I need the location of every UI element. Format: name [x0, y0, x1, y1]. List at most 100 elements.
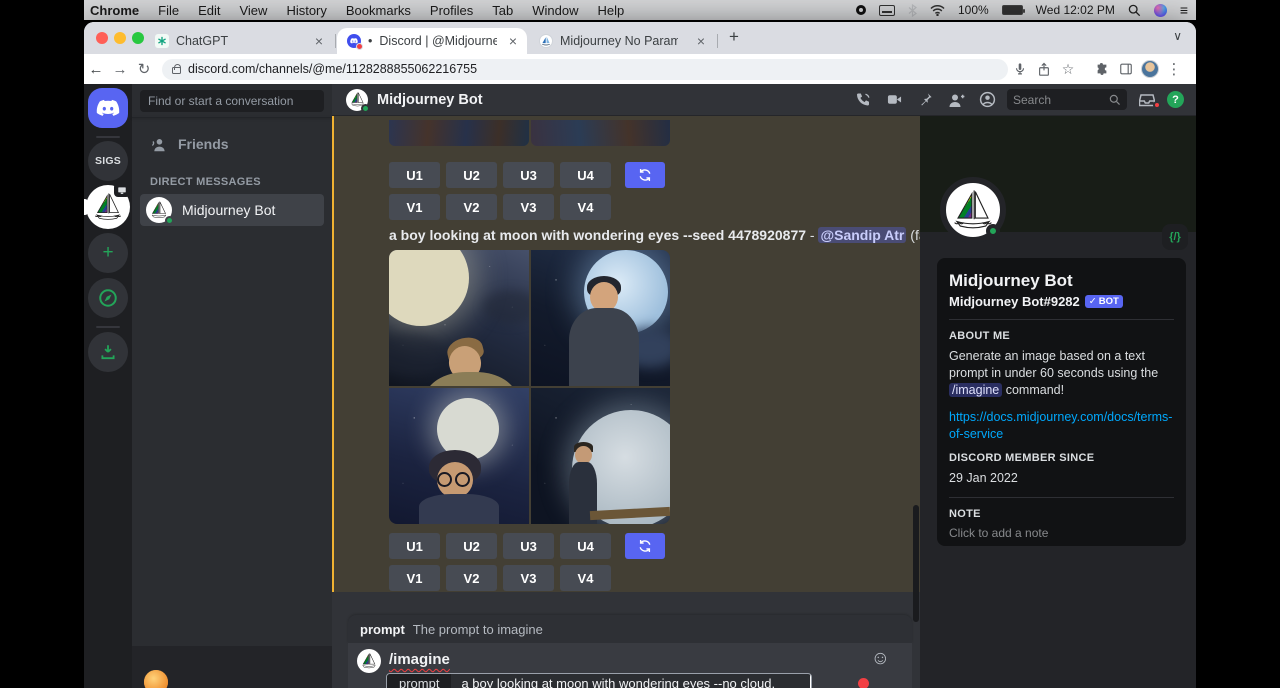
- wifi-icon[interactable]: [930, 5, 945, 16]
- conversation-search-button[interactable]: Find or start a conversation: [140, 90, 324, 112]
- variation-button-v2[interactable]: V2: [446, 565, 497, 591]
- menu-history[interactable]: History: [286, 3, 326, 18]
- previous-grid-image-cropped[interactable]: [389, 120, 670, 146]
- reroll-button[interactable]: [625, 162, 665, 188]
- slash-option-hint[interactable]: prompt The prompt to imagine: [348, 615, 912, 643]
- recording-indicator-dot: [858, 678, 869, 688]
- grid-image-2[interactable]: [531, 250, 671, 386]
- menubar-clock[interactable]: Wed 12:02 PM: [1036, 3, 1115, 17]
- variation-button-v3[interactable]: V3: [503, 565, 554, 591]
- notification-dot: [356, 43, 363, 50]
- tab-discord-active[interactable]: • Discord | @Midjourney Bot ×: [337, 28, 527, 54]
- prompt-option-field[interactable]: prompt a boy looking at moon with wonder…: [386, 673, 812, 688]
- tab-title: ChatGPT: [176, 34, 228, 48]
- voice-call-icon[interactable]: [852, 92, 874, 108]
- note-input-placeholder[interactable]: Click to add a note: [949, 526, 1174, 540]
- menu-profiles[interactable]: Profiles: [430, 3, 473, 18]
- upscale-button-u4[interactable]: U4: [560, 162, 611, 188]
- upscale-button-u3[interactable]: U3: [503, 533, 554, 559]
- dm-section-header[interactable]: DIRECT MESSAGES: [150, 176, 261, 188]
- variation-button-v2[interactable]: V2: [446, 194, 497, 220]
- menu-help[interactable]: Help: [598, 3, 625, 18]
- variation-button-v4[interactable]: V4: [560, 194, 611, 220]
- share-icon[interactable]: [1032, 62, 1056, 77]
- pin-icon[interactable]: [914, 92, 936, 107]
- variation-button-v1[interactable]: V1: [389, 194, 440, 220]
- screen-record-icon[interactable]: [856, 5, 866, 15]
- variation-button-v3[interactable]: V3: [503, 194, 554, 220]
- add-server-button[interactable]: +: [88, 233, 128, 273]
- menu-edit[interactable]: Edit: [198, 3, 220, 18]
- bluetooth-icon[interactable]: [908, 4, 917, 17]
- forward-button[interactable]: →: [108, 61, 132, 78]
- upscale-button-u3[interactable]: U3: [503, 162, 554, 188]
- profile-avatar[interactable]: [1138, 60, 1162, 78]
- discord-home-button[interactable]: [88, 88, 128, 128]
- upscale-button-u2[interactable]: U2: [446, 162, 497, 188]
- back-button[interactable]: ←: [84, 61, 108, 78]
- video-call-icon[interactable]: [883, 92, 905, 107]
- chat-search-input[interactable]: Search: [1007, 89, 1127, 110]
- extensions-puzzle-icon[interactable]: [1090, 62, 1114, 76]
- reload-button[interactable]: ↻: [132, 60, 156, 78]
- imagine-command-chip[interactable]: /imagine: [949, 383, 1002, 397]
- tab-midjourney[interactable]: Midjourney No Parameter ×: [529, 28, 715, 54]
- add-friend-icon[interactable]: [945, 92, 967, 108]
- explore-servers-button[interactable]: [88, 278, 128, 318]
- grid-image-1[interactable]: [389, 250, 529, 386]
- reroll-button[interactable]: [625, 533, 665, 559]
- variation-button-v4[interactable]: V4: [560, 565, 611, 591]
- sidebar-item-friends[interactable]: Friends: [140, 130, 324, 158]
- minimize-window-button[interactable]: [114, 32, 126, 44]
- tab-close-icon[interactable]: ×: [315, 33, 323, 49]
- terms-link[interactable]: https://docs.midjourney.com/docs/terms-o…: [949, 409, 1174, 443]
- input-source-icon[interactable]: [879, 5, 895, 16]
- help-icon[interactable]: ?: [1167, 91, 1184, 108]
- variation-button-v1[interactable]: V1: [389, 565, 440, 591]
- tab-chatgpt[interactable]: ChatGPT ×: [145, 28, 333, 54]
- prompt-text: a boy looking at moon with wondering eye…: [389, 227, 806, 243]
- new-tab-button[interactable]: +: [729, 27, 739, 47]
- inbox-icon[interactable]: [1136, 92, 1158, 107]
- upscale-button-u2[interactable]: U2: [446, 533, 497, 559]
- url-field[interactable]: discord.com/channels/@me/112828885506221…: [162, 59, 1008, 80]
- upscale-button-u1[interactable]: U1: [389, 533, 440, 559]
- upscale-button-u4[interactable]: U4: [560, 533, 611, 559]
- menu-bookmarks[interactable]: Bookmarks: [346, 3, 411, 18]
- zoom-window-button[interactable]: [132, 32, 144, 44]
- menu-view[interactable]: View: [239, 3, 267, 18]
- control-center-icon[interactable]: ≡: [1180, 2, 1188, 18]
- close-window-button[interactable]: [96, 32, 108, 44]
- reroll-icon: [638, 168, 652, 182]
- menu-file[interactable]: File: [158, 3, 179, 18]
- emoji-picker-icon[interactable]: ☺: [871, 648, 890, 670]
- voice-search-icon[interactable]: [1008, 62, 1032, 77]
- tab-close-icon[interactable]: ×: [509, 33, 517, 49]
- upscale-button-u1[interactable]: U1: [389, 162, 440, 188]
- spotlight-search-icon[interactable]: [1128, 4, 1141, 17]
- user-profile-icon[interactable]: [976, 91, 998, 108]
- message-composer[interactable]: /imagine ☺ prompt a boy looking at moon …: [348, 643, 912, 688]
- slash-command-text[interactable]: /imagine: [389, 651, 450, 668]
- tab-close-icon[interactable]: ×: [697, 33, 705, 49]
- download-apps-button[interactable]: [88, 332, 128, 372]
- menu-tab[interactable]: Tab: [492, 3, 513, 18]
- siri-icon[interactable]: [1154, 4, 1167, 17]
- browser-menu-icon[interactable]: ⋮: [1162, 60, 1186, 78]
- bookmark-star-icon[interactable]: ☆: [1056, 61, 1080, 78]
- url-text[interactable]: discord.com/channels/@me/112828885506221…: [188, 62, 477, 76]
- user-mention[interactable]: @Sandip Atr: [818, 227, 906, 243]
- server-sigs[interactable]: SIGS: [88, 141, 128, 181]
- menubar-app-name[interactable]: Chrome: [90, 3, 139, 18]
- tab-search-chevron-icon[interactable]: ∨: [1173, 29, 1182, 43]
- side-panel-icon[interactable]: [1114, 62, 1138, 76]
- field-value[interactable]: a boy looking at moon with wondering eye…: [451, 674, 811, 688]
- chat-scrollbar[interactable]: [913, 505, 919, 622]
- grid-image-4[interactable]: [531, 388, 671, 524]
- grid-image-3[interactable]: [389, 388, 529, 524]
- dm-item-midjourney-bot[interactable]: Midjourney Bot: [140, 194, 324, 226]
- current-user-avatar[interactable]: [144, 670, 168, 688]
- midjourney-image-grid[interactable]: [389, 250, 670, 524]
- battery-icon[interactable]: [1002, 5, 1023, 15]
- menu-window[interactable]: Window: [532, 3, 578, 18]
